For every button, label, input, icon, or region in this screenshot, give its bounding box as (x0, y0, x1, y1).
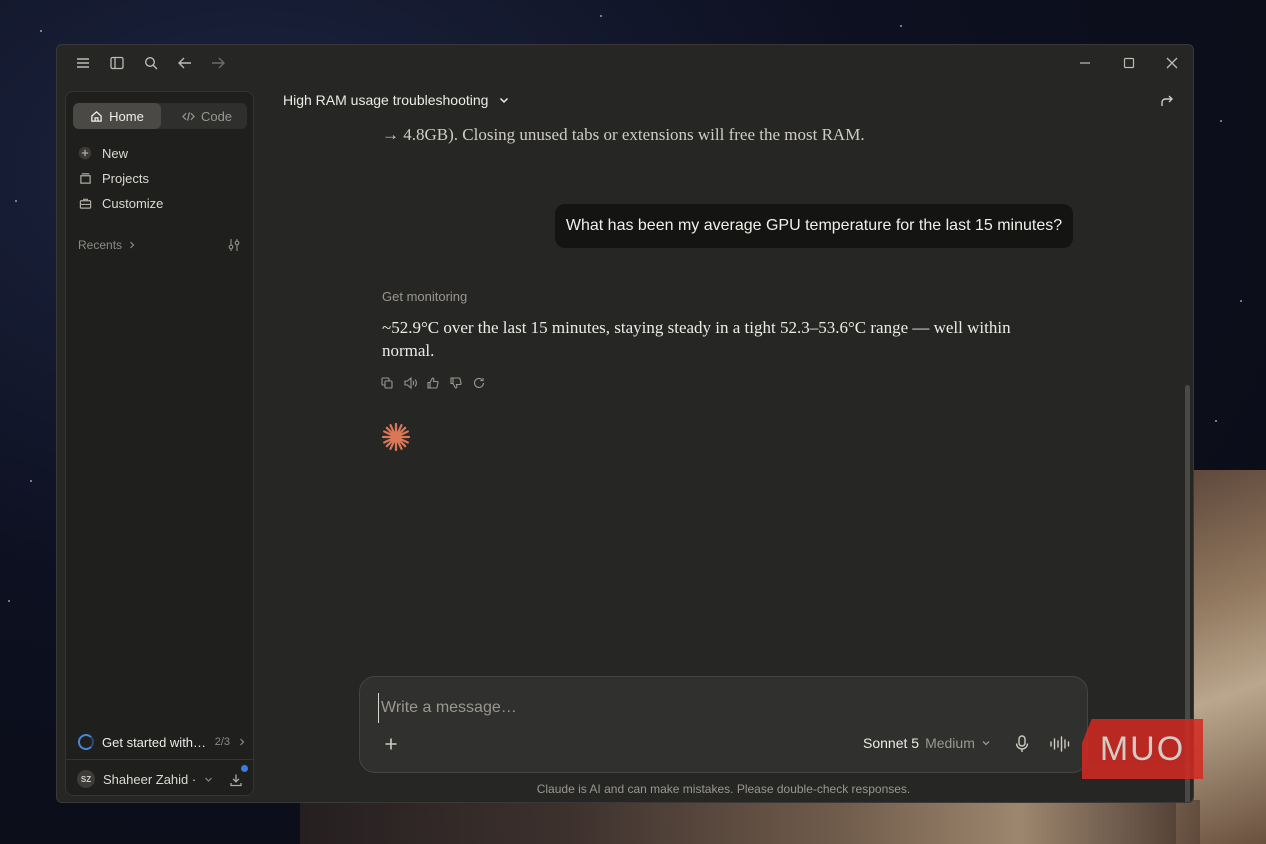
background-star (1240, 300, 1242, 302)
voice-mode-icon[interactable] (1049, 736, 1071, 752)
retry-icon[interactable] (473, 377, 487, 391)
chevron-right-icon (130, 241, 135, 249)
sidebar-toggle-icon[interactable] (107, 53, 127, 73)
thumbs-up-icon[interactable] (427, 377, 441, 391)
user-message: What has been my average GPU temperature… (555, 204, 1073, 248)
back-icon[interactable] (175, 53, 195, 73)
background-star (40, 30, 42, 32)
share-icon[interactable] (1159, 93, 1175, 109)
sidebar-item-customize[interactable]: Customize (78, 192, 163, 214)
tab-home[interactable]: Home (73, 103, 161, 129)
chevron-down-icon (500, 97, 509, 104)
sidebar-item-label: Projects (102, 170, 149, 186)
background-star (30, 480, 32, 482)
forward-icon[interactable] (208, 53, 228, 73)
notification-dot (241, 765, 248, 772)
mode-switch: Home Code (73, 103, 247, 129)
muo-watermark-logo: MUO (1082, 719, 1203, 779)
background-star (8, 600, 10, 602)
briefcase-icon (78, 196, 92, 210)
background-star (1215, 420, 1217, 422)
chevron-down-icon (982, 741, 990, 746)
get-started-count: 2/3 (214, 736, 230, 748)
add-attachment-icon[interactable] (383, 736, 399, 752)
code-icon (182, 111, 195, 121)
home-icon (91, 110, 102, 122)
sidebar-item-label: New (102, 145, 129, 161)
background-star (1220, 120, 1222, 122)
speaker-icon[interactable] (404, 377, 418, 391)
model-selector[interactable]: Sonnet 5 Medium (863, 735, 991, 751)
progress-ring-icon (78, 734, 94, 750)
recents-header[interactable]: Recents (78, 238, 136, 252)
claude-spark-icon (381, 422, 411, 452)
message-actions (381, 377, 487, 391)
minimize-icon[interactable] (1075, 53, 1095, 73)
background-star (15, 200, 17, 202)
sidebar: Home Code New Projects Customize Recents… (65, 91, 254, 796)
microphone-icon[interactable] (1014, 735, 1030, 753)
title-bar (57, 45, 1193, 79)
search-icon[interactable] (141, 53, 161, 73)
message-composer: Sonnet 5 Medium (359, 676, 1088, 773)
message-input[interactable] (378, 693, 983, 723)
sidebar-item-projects[interactable]: Projects (78, 167, 149, 189)
chevron-right-icon (240, 738, 245, 746)
sidebar-item-label: Customize (102, 195, 164, 211)
model-name: Sonnet 5 (863, 735, 920, 751)
tab-code-label: Code (200, 108, 233, 124)
effort-level: Medium (925, 735, 975, 751)
background-star (600, 15, 602, 17)
close-icon[interactable] (1162, 53, 1182, 73)
filter-icon[interactable] (227, 238, 241, 252)
disclaimer: Claude is AI and can make mistakes. Plea… (536, 782, 911, 796)
folder-icon (78, 171, 92, 185)
plus-icon (78, 146, 92, 160)
sidebar-item-new[interactable]: New (78, 142, 128, 164)
app-window: Home Code New Projects Customize Recents… (56, 44, 1194, 803)
recents-label: Recents (78, 238, 123, 252)
previous-message-fragment: → 4.8GB). Closing unused tabs or extensi… (382, 125, 865, 144)
copy-icon[interactable] (381, 377, 395, 391)
tool-label[interactable]: Get monitoring (382, 289, 467, 304)
thumbs-down-icon[interactable] (450, 377, 464, 391)
tab-home-label: Home (109, 108, 144, 124)
background-fur (300, 800, 1200, 844)
tab-code[interactable]: Code (167, 103, 247, 129)
assistant-message: ~52.9°C over the last 15 minutes, stayin… (382, 318, 1011, 360)
page-title: High RAM usage troubleshooting (283, 92, 489, 108)
divider (66, 759, 253, 760)
maximize-icon[interactable] (1119, 53, 1139, 73)
background-star (900, 25, 902, 27)
get-started-label: Get started with… (102, 734, 207, 750)
get-started-card[interactable]: Get started with… 2/3 (78, 732, 246, 752)
menu-icon[interactable] (73, 53, 93, 73)
conversation-title[interactable]: High RAM usage troubleshooting (283, 92, 510, 108)
